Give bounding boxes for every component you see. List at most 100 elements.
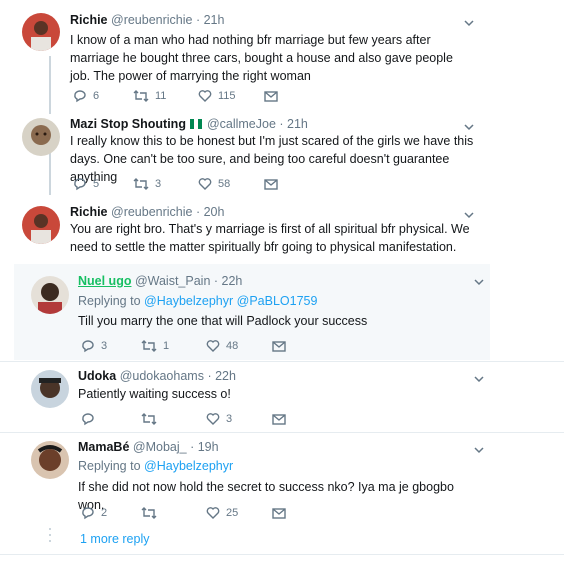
tweet-5[interactable]: Udoka @udokaohams · 22h Patiently waitin… <box>0 362 564 432</box>
like-button[interactable]: 25 <box>206 505 238 521</box>
envelope-icon <box>272 414 286 425</box>
reply-button[interactable]: 2 <box>81 505 107 521</box>
tweet-2[interactable]: Mazi Stop Shouting @callmeJoe · 21h I re… <box>0 110 564 200</box>
heart-icon <box>206 340 220 352</box>
tweet-text: You are right bro. That's y marriage is … <box>70 222 470 254</box>
retweet-button[interactable]: 11 <box>133 88 166 104</box>
like-count: 58 <box>218 178 231 190</box>
avatar[interactable] <box>22 206 60 244</box>
reply-icon <box>82 340 94 353</box>
reply-count: 3 <box>101 340 108 352</box>
timestamp[interactable]: · 22h <box>214 274 243 288</box>
retweet-icon <box>133 178 149 190</box>
retweet-button[interactable]: 3 <box>133 176 161 192</box>
tweet-actions: 3 <box>81 411 301 427</box>
reply-button[interactable]: 6 <box>73 88 99 104</box>
envelope-icon <box>264 91 278 102</box>
display-name[interactable]: Richie <box>70 13 108 27</box>
reply-button[interactable] <box>81 411 101 427</box>
display-name[interactable]: Richie <box>70 205 108 219</box>
tweet-4[interactable]: Nuel ugo @Waist_Pain · 22h Replying to @… <box>14 264 490 360</box>
like-count: 3 <box>226 413 233 425</box>
tweet-1[interactable]: Richie @reubenrichie · 21h I know of a m… <box>0 0 564 110</box>
avatar[interactable] <box>31 370 69 408</box>
chevron-down-icon[interactable] <box>463 17 475 29</box>
retweet-icon <box>133 90 149 102</box>
like-count: 115 <box>218 90 236 102</box>
timestamp[interactable]: · 21h <box>196 13 225 27</box>
dm-button[interactable] <box>271 338 287 354</box>
retweet-button[interactable]: 1 <box>141 338 169 354</box>
user-handle[interactable]: @Mobaj_ <box>133 440 187 454</box>
divider <box>0 554 564 555</box>
tweet-actions: 3 1 48 <box>81 338 301 354</box>
display-name[interactable]: Mazi Stop Shouting <box>70 117 186 131</box>
retweet-count: 3 <box>155 178 162 190</box>
heart-icon <box>206 413 220 425</box>
nigeria-flag-icon <box>190 119 203 129</box>
avatar[interactable] <box>22 13 60 51</box>
heart-icon <box>198 178 212 190</box>
retweet-icon <box>141 507 157 519</box>
display-name[interactable]: Udoka <box>78 369 116 383</box>
replying-to-label: Replying to <box>78 459 141 473</box>
dm-button[interactable] <box>271 411 287 427</box>
more-replies-link[interactable]: 1 more reply <box>80 532 149 546</box>
timestamp[interactable]: · 21h <box>279 117 308 131</box>
mention-link[interactable]: @PaBLO1759 <box>237 294 318 308</box>
dm-button[interactable] <box>271 505 287 521</box>
reply-count: 5 <box>93 178 100 190</box>
reply-icon <box>74 90 86 103</box>
chevron-down-icon[interactable] <box>473 444 485 456</box>
chevron-down-icon[interactable] <box>473 276 485 288</box>
tweet-actions: 5 3 58 <box>73 176 293 192</box>
envelope-icon <box>272 508 286 519</box>
retweet-button[interactable] <box>141 505 163 521</box>
like-button[interactable]: 3 <box>206 411 232 427</box>
tweet-text: Patiently waiting success o! <box>78 387 231 401</box>
envelope-icon <box>264 179 278 190</box>
user-handle[interactable]: @callmeJoe <box>207 117 276 131</box>
retweet-icon <box>141 413 157 425</box>
reply-button[interactable]: 3 <box>81 338 107 354</box>
mention-link[interactable]: @Haybelzephyr <box>144 294 233 308</box>
avatar[interactable] <box>31 441 69 479</box>
chevron-down-icon[interactable] <box>473 373 485 385</box>
timestamp[interactable]: · 20h <box>196 205 225 219</box>
user-handle[interactable]: @reubenrichie <box>111 13 192 27</box>
mention-link[interactable]: @Haybelzephyr <box>144 459 233 473</box>
user-handle[interactable]: @reubenrichie <box>111 205 192 219</box>
timestamp[interactable]: · 22h <box>207 369 236 383</box>
retweet-icon <box>141 340 157 352</box>
like-button[interactable]: 48 <box>206 338 238 354</box>
retweet-count: 11 <box>155 90 167 102</box>
dm-button[interactable] <box>263 88 279 104</box>
replying-to-label: Replying to <box>78 294 141 308</box>
reply-count: 2 <box>101 507 108 519</box>
display-name[interactable]: Nuel ugo <box>78 274 131 288</box>
reply-icon <box>82 507 94 520</box>
reply-button[interactable]: 5 <box>73 176 99 192</box>
avatar[interactable] <box>31 276 69 314</box>
thread-dot <box>49 534 51 536</box>
tweet-text: Till you marry the one that will Padlock… <box>78 314 368 328</box>
reply-icon <box>82 413 94 426</box>
tweet-3[interactable]: Richie @reubenrichie · 20h You are right… <box>0 198 564 262</box>
avatar[interactable] <box>22 118 60 156</box>
heart-icon <box>206 507 220 519</box>
display-name[interactable]: MamaBé <box>78 440 129 454</box>
thread-dot <box>49 540 51 542</box>
timestamp[interactable]: · 19h <box>190 440 219 454</box>
tweet-actions: 6 11 115 <box>73 88 293 104</box>
tweet-6[interactable]: MamaBé @Mobaj_ · 19h Replying to @Haybel… <box>0 433 564 525</box>
like-button[interactable]: 58 <box>198 176 230 192</box>
like-button[interactable]: 115 <box>198 88 236 104</box>
like-count: 25 <box>226 507 239 519</box>
user-handle[interactable]: @udokaohams <box>120 369 204 383</box>
user-handle[interactable]: @Waist_Pain <box>135 274 210 288</box>
reply-count: 6 <box>93 90 100 102</box>
retweet-button[interactable] <box>141 411 163 427</box>
reply-icon <box>74 178 86 191</box>
dm-button[interactable] <box>263 176 279 192</box>
retweet-count: 1 <box>163 340 170 352</box>
